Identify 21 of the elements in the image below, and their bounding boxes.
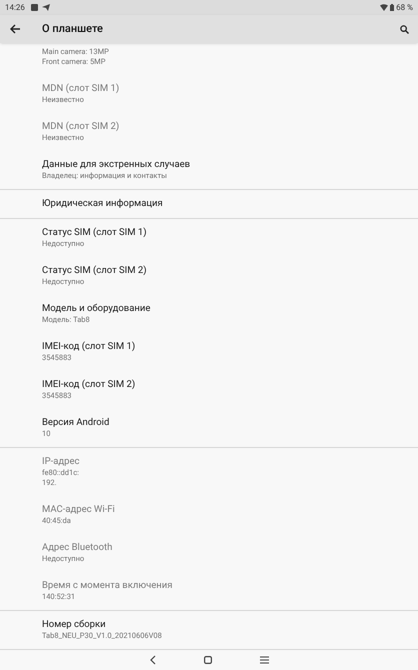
battery-icon bbox=[390, 4, 394, 11]
back-icon[interactable] bbox=[150, 655, 156, 665]
item-title[interactable]: Юридическая информация bbox=[42, 198, 402, 210]
home-icon[interactable] bbox=[204, 656, 212, 664]
wifi-icon bbox=[380, 4, 388, 11]
item-title[interactable]: IMEI-код (слот SIM 1) bbox=[42, 341, 402, 353]
item-title[interactable]: Статус SIM (слот SIM 1) bbox=[42, 227, 402, 239]
item-title[interactable]: Модель и оборудование bbox=[42, 303, 402, 315]
item-title[interactable]: Статус SIM (слот SIM 2) bbox=[42, 265, 402, 277]
item-title[interactable]: Номер сборки bbox=[42, 619, 402, 631]
back-arrow-icon bbox=[10, 24, 20, 34]
item-title[interactable]: Данные для экстренных случаев bbox=[42, 159, 402, 171]
battery-level: 68 % bbox=[396, 2, 413, 14]
search-icon bbox=[400, 24, 408, 34]
page-title: О планшете bbox=[42, 20, 103, 37]
paper-plane-icon bbox=[42, 4, 50, 11]
clock: 14:26 bbox=[5, 2, 25, 14]
item-title[interactable]: Версия Android bbox=[42, 417, 402, 429]
menu-icon[interactable] bbox=[260, 656, 268, 664]
item-title[interactable]: IMEI-код (слот SIM 2) bbox=[42, 379, 402, 391]
image-icon bbox=[30, 4, 38, 11]
